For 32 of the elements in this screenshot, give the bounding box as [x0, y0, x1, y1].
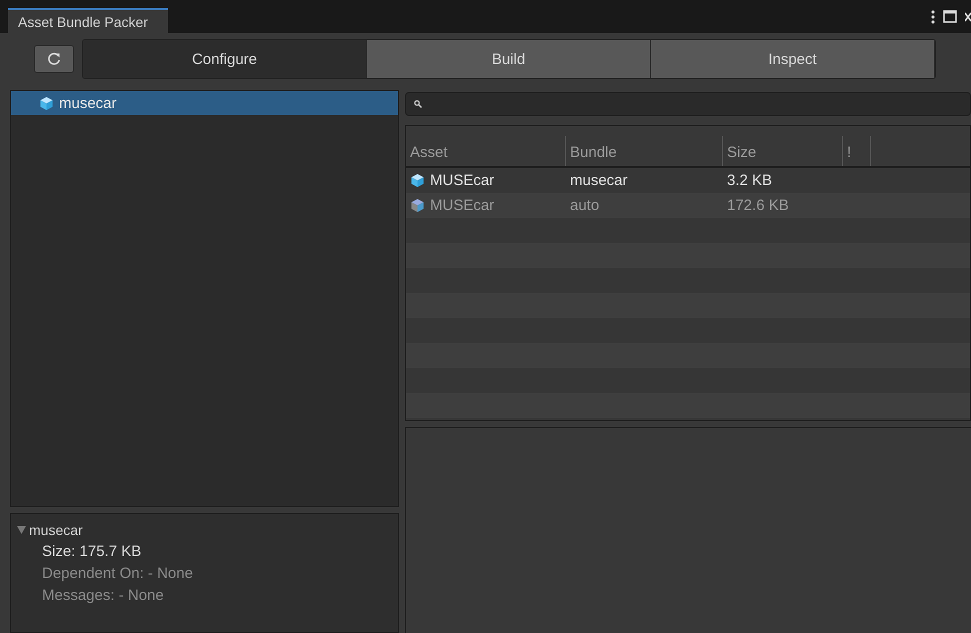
cube-icon	[410, 173, 425, 188]
refresh-button[interactable]	[34, 45, 74, 73]
details-line: Size: 175.7 KB	[41, 543, 142, 560]
cube-icon	[39, 96, 54, 110]
table-cell: MUSEcar	[430, 172, 494, 189]
table-cell: 3.2 KB	[727, 172, 772, 189]
column-header[interactable]: Bundle	[566, 136, 723, 166]
table-cell: MUSEcar	[430, 197, 494, 214]
tab[interactable]: Configure	[83, 40, 367, 78]
table-row[interactable]: MUSEcar auto 172.6 KB	[406, 193, 970, 218]
details-line: Dependent On: - None	[41, 565, 194, 582]
table-cell: musecar	[570, 172, 628, 189]
column-header[interactable]: Size	[723, 136, 843, 166]
tree-item[interactable]: musecar	[11, 91, 398, 115]
table-cell: auto	[570, 197, 600, 214]
column-header[interactable]: !	[843, 136, 871, 166]
tab[interactable]: Build	[367, 40, 651, 78]
table-cell: 172.6 KB	[727, 197, 789, 214]
search-icon	[414, 100, 422, 108]
window-title-tab[interactable]: Asset Bundle Packer	[8, 8, 168, 33]
table-row[interactable]: MUSEcar musecar 3.2 KB	[406, 168, 970, 193]
details-title: musecar	[29, 522, 83, 538]
cube-icon	[410, 198, 425, 213]
refresh-icon	[47, 52, 61, 66]
maximize-icon[interactable]	[943, 10, 957, 23]
details-line: Messages: - None	[41, 587, 165, 604]
more-options-icon[interactable]	[931, 10, 935, 24]
tab[interactable]: Inspect	[651, 40, 935, 78]
search-field[interactable]	[405, 92, 971, 116]
column-header[interactable]: Asset	[406, 136, 566, 166]
expand-triangle-icon[interactable]	[17, 526, 26, 534]
close-icon[interactable]	[965, 10, 971, 22]
